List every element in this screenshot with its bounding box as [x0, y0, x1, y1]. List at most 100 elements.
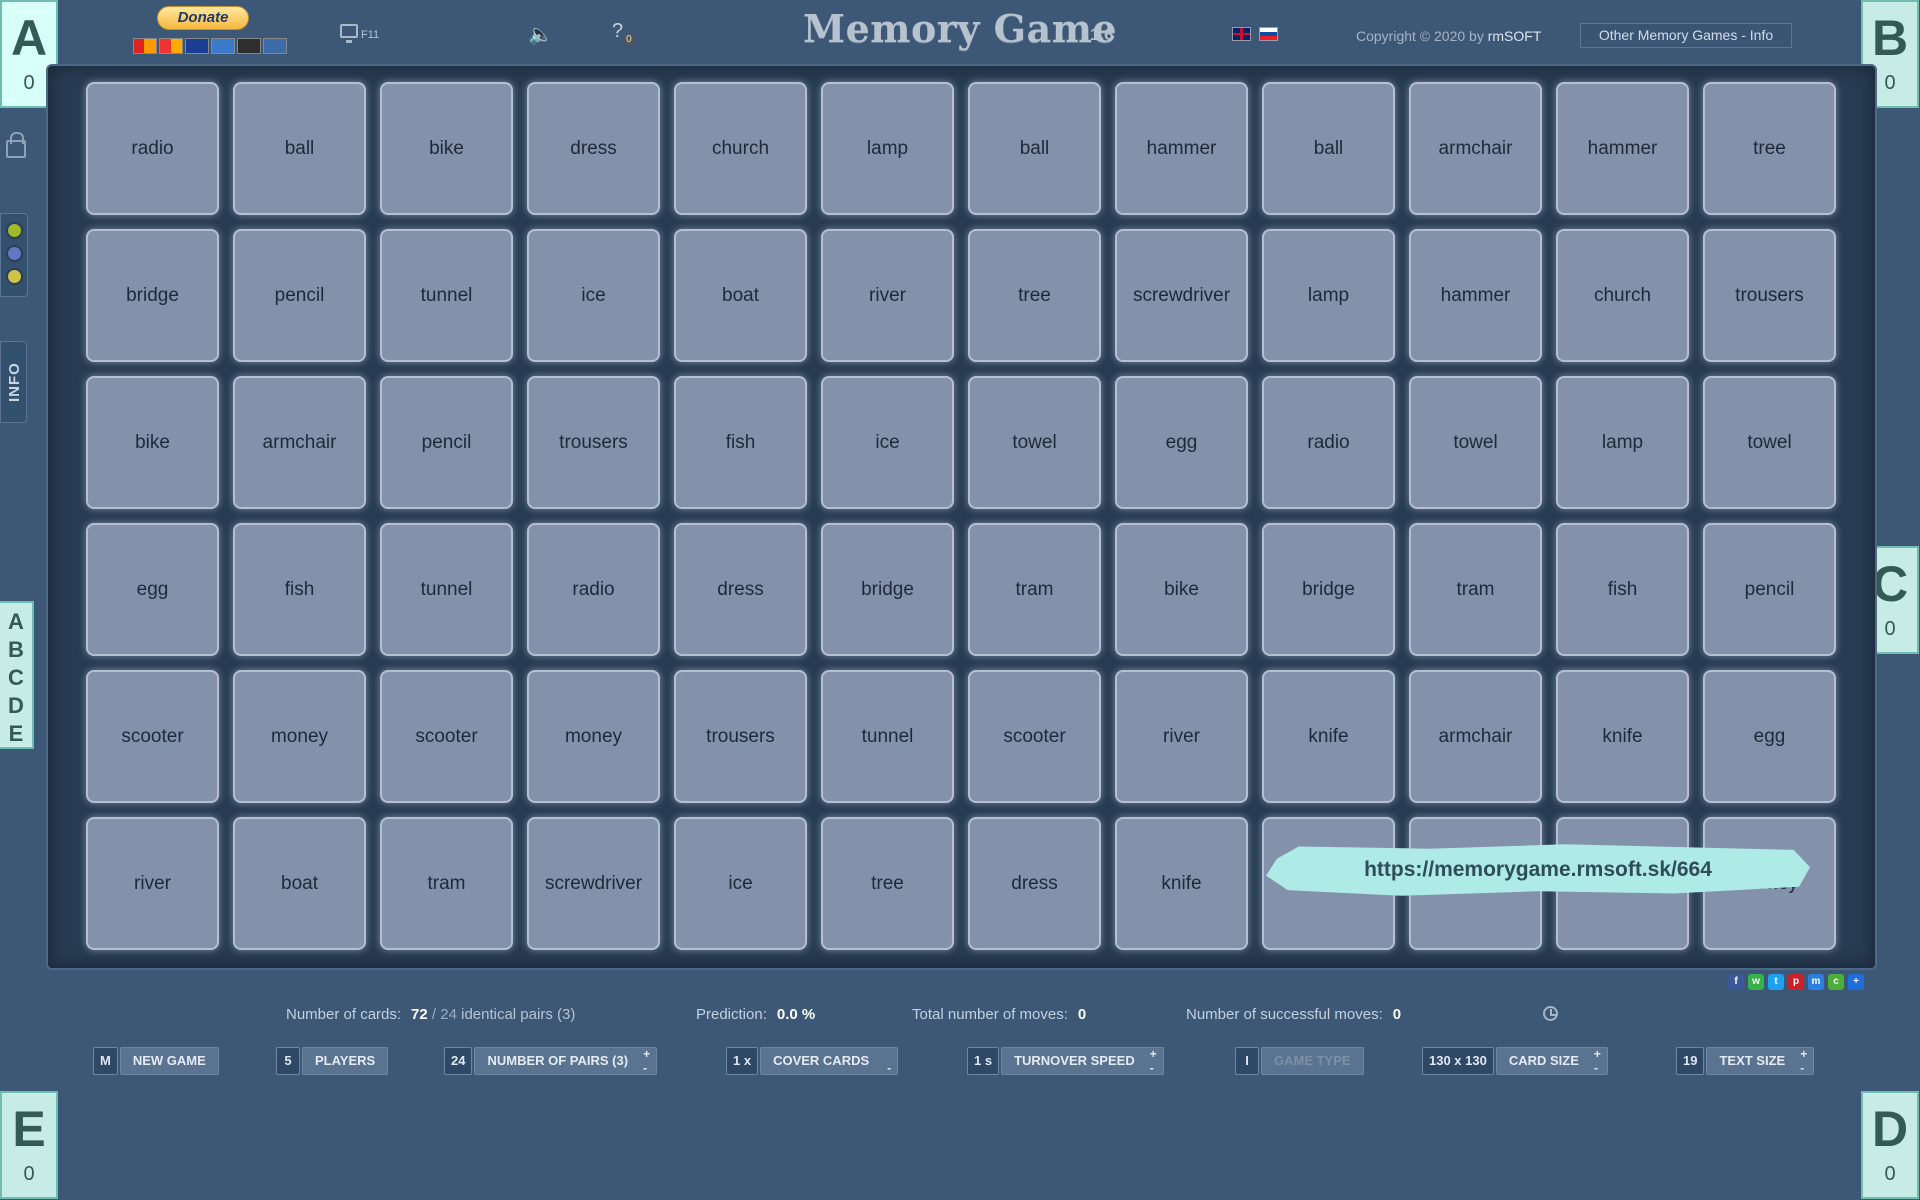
memory-card[interactable]: armchair — [1409, 82, 1542, 215]
sound-off-icon[interactable]: 🔈 — [528, 22, 560, 46]
help-button[interactable]: ? 0 — [612, 20, 635, 45]
memory-card[interactable]: money — [527, 670, 660, 803]
memory-card[interactable]: radio — [86, 82, 219, 215]
memory-card[interactable]: egg — [86, 523, 219, 656]
lock-icon[interactable] — [6, 132, 26, 158]
memory-card[interactable]: radio — [1262, 376, 1395, 509]
memory-card[interactable]: river — [1115, 670, 1248, 803]
memory-card[interactable]: tree — [1703, 82, 1836, 215]
green-theme-dot[interactable] — [6, 222, 23, 239]
memory-card[interactable]: screwdriver — [527, 817, 660, 950]
memory-card[interactable]: bridge — [86, 229, 219, 362]
memory-card[interactable]: lamp — [1556, 376, 1689, 509]
messenger-icon[interactable]: m — [1808, 974, 1824, 990]
memory-card[interactable]: hammer — [1115, 82, 1248, 215]
minus-icon[interactable]: - — [1594, 1062, 1601, 1074]
plus-icon[interactable]: + — [1594, 1047, 1601, 1061]
info-tab[interactable]: INFO — [0, 341, 27, 423]
memory-card[interactable]: ball — [968, 82, 1101, 215]
blue-theme-dot[interactable] — [6, 245, 23, 262]
memory-card[interactable]: church — [674, 82, 807, 215]
memory-card[interactable]: fish — [674, 376, 807, 509]
text-size-button[interactable]: TEXT SIZE + - — [1706, 1047, 1815, 1075]
memory-card[interactable]: towel — [968, 376, 1101, 509]
new-game-button[interactable]: NEW GAME — [119, 1047, 219, 1075]
memory-card[interactable]: radio — [527, 523, 660, 656]
pairs-stepper[interactable]: + - — [643, 1048, 650, 1074]
players-button[interactable]: PLAYERS — [302, 1047, 389, 1075]
memory-card[interactable]: ice — [527, 229, 660, 362]
memory-card[interactable]: lamp — [821, 82, 954, 215]
memory-card[interactable]: ball — [233, 82, 366, 215]
copyright-brand-link[interactable]: rmSOFT — [1488, 28, 1542, 44]
plus-icon[interactable]: + — [1150, 1047, 1157, 1061]
memory-card[interactable]: ice — [674, 817, 807, 950]
memory-card[interactable]: pencil — [1703, 523, 1836, 656]
memory-card[interactable]: tree — [968, 229, 1101, 362]
add-share-icon[interactable]: + — [1848, 974, 1864, 990]
memory-card[interactable]: tram — [1409, 523, 1542, 656]
pairs-button[interactable]: NUMBER OF PAIRS (3) + - — [474, 1047, 658, 1075]
memory-card[interactable]: knife — [1115, 817, 1248, 950]
facebook-icon[interactable]: f — [1728, 974, 1744, 990]
memory-card[interactable]: fish — [1556, 523, 1689, 656]
memory-card[interactable]: trousers — [527, 376, 660, 509]
fullscreen-button[interactable]: F11 — [337, 23, 379, 43]
turnover-speed-button[interactable]: TURNOVER SPEED + - — [1001, 1047, 1164, 1075]
memory-card[interactable]: tunnel — [821, 670, 954, 803]
memory-card[interactable]: church — [1556, 229, 1689, 362]
memory-card[interactable]: bike — [1115, 523, 1248, 656]
plus-icon[interactable]: + — [643, 1047, 650, 1061]
other-games-button[interactable]: Other Memory Games - Info — [1580, 23, 1792, 48]
memory-card[interactable]: towel — [1703, 376, 1836, 509]
memory-card[interactable]: river — [86, 817, 219, 950]
whatsapp-icon[interactable]: w — [1748, 974, 1764, 990]
memory-card[interactable]: tunnel — [380, 523, 513, 656]
memory-card[interactable]: armchair — [233, 376, 366, 509]
memory-card[interactable]: armchair — [1409, 670, 1542, 803]
minus-icon[interactable]: - — [643, 1062, 650, 1074]
yellow-theme-dot[interactable] — [6, 268, 23, 285]
memory-card[interactable]: towel — [1409, 376, 1542, 509]
memory-card[interactable]: tram — [968, 523, 1101, 656]
memory-card[interactable]: dress — [527, 82, 660, 215]
pinterest-icon[interactable]: p — [1788, 974, 1804, 990]
twitter-icon[interactable]: t — [1768, 974, 1784, 990]
memory-card[interactable]: scooter — [968, 670, 1101, 803]
memory-card[interactable]: money — [233, 670, 366, 803]
memory-card[interactable]: screwdriver — [1115, 229, 1248, 362]
plus-icon[interactable]: + — [1800, 1047, 1807, 1061]
english-flag-icon[interactable] — [1232, 27, 1251, 41]
memory-card[interactable]: river — [821, 229, 954, 362]
memory-card[interactable]: pencil — [233, 229, 366, 362]
memory-card[interactable]: bike — [380, 82, 513, 215]
memory-card[interactable]: tree — [821, 817, 954, 950]
donate-button[interactable]: Donate — [157, 6, 249, 30]
players-tab[interactable]: A B C D E — [0, 601, 34, 749]
memory-card[interactable]: dress — [674, 523, 807, 656]
minus-icon[interactable]: - — [1150, 1062, 1157, 1074]
memory-card[interactable]: dress — [968, 817, 1101, 950]
memory-card[interactable]: trousers — [674, 670, 807, 803]
turnover-speed-stepper[interactable]: + - — [1150, 1048, 1157, 1074]
memory-card[interactable]: boat — [233, 817, 366, 950]
memory-card[interactable]: bike — [86, 376, 219, 509]
minus-icon[interactable]: - — [887, 1062, 891, 1074]
cover-cards-button[interactable]: COVER CARDS - — [760, 1047, 899, 1075]
text-size-stepper[interactable]: + - — [1800, 1048, 1807, 1074]
slovak-flag-icon[interactable] — [1259, 27, 1278, 41]
memory-card[interactable]: tram — [380, 817, 513, 950]
memory-card[interactable]: tunnel — [380, 229, 513, 362]
memory-card[interactable]: scooter — [380, 670, 513, 803]
clock-icon[interactable] — [1543, 1006, 1558, 1021]
memory-card[interactable]: trousers — [1703, 229, 1836, 362]
memory-card[interactable]: ball — [1262, 82, 1395, 215]
memory-card[interactable]: fish — [233, 523, 366, 656]
memory-card[interactable]: pencil — [380, 376, 513, 509]
memory-card[interactable]: egg — [1115, 376, 1248, 509]
memory-card[interactable]: hammer — [1409, 229, 1542, 362]
memory-card[interactable]: bridge — [821, 523, 954, 656]
wechat-icon[interactable]: c — [1828, 974, 1844, 990]
card-size-stepper[interactable]: + - — [1594, 1048, 1601, 1074]
memory-card[interactable]: bridge — [1262, 523, 1395, 656]
